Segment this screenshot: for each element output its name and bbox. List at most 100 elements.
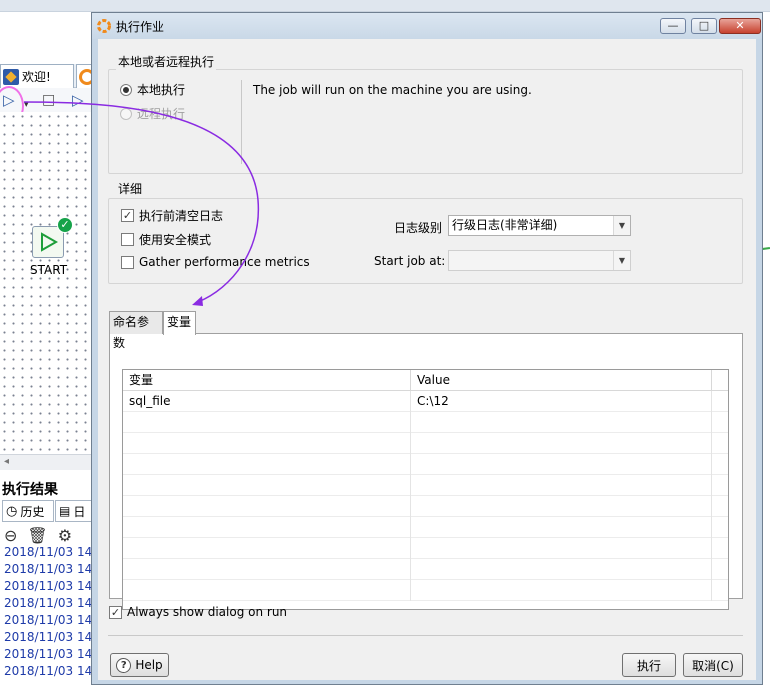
execution-group-legend: 本地或者远程执行 bbox=[116, 53, 217, 70]
log-line: 2018/11/03 14: bbox=[4, 596, 97, 610]
tab-job[interactable] bbox=[76, 64, 95, 88]
value-cell[interactable] bbox=[411, 580, 712, 601]
welcome-icon bbox=[3, 68, 19, 85]
gear-icon[interactable]: ⚙ bbox=[58, 526, 72, 545]
value-cell[interactable]: C:\12 bbox=[411, 391, 712, 412]
column-header-value[interactable]: Value bbox=[411, 370, 712, 391]
close-button[interactable]: ✕ bbox=[719, 18, 761, 34]
document-icon: ▤ bbox=[59, 504, 71, 518]
scroll-left-icon[interactable]: ◂ bbox=[4, 456, 9, 467]
results-toolbar: ⊖ 🗑 ⚙ bbox=[4, 526, 72, 545]
start-node-label: START bbox=[30, 263, 68, 277]
value-cell[interactable] bbox=[411, 412, 712, 433]
tab-welcome-label: 欢迎! bbox=[22, 70, 51, 84]
cancel-button[interactable]: 取消(C) bbox=[683, 653, 743, 677]
radio-dot bbox=[120, 107, 132, 120]
table-header: 变量 Value bbox=[123, 370, 728, 391]
variable-cell[interactable] bbox=[123, 496, 411, 517]
stop-icon[interactable]: □ bbox=[42, 92, 55, 108]
safe-mode-checkbox[interactable]: 使用安全模式 bbox=[121, 231, 211, 248]
log-line: 2018/11/03 14: bbox=[4, 613, 97, 627]
value-cell[interactable] bbox=[411, 475, 712, 496]
checkbox-unchecked bbox=[121, 255, 134, 269]
tab-variables[interactable]: 变量 bbox=[163, 311, 196, 335]
play-icon bbox=[41, 232, 59, 252]
run-button[interactable]: 执行 bbox=[622, 653, 676, 677]
column-header-variable[interactable]: 变量 bbox=[123, 370, 411, 391]
results-tab-log[interactable]: ▤ 日 bbox=[55, 500, 93, 522]
variable-cell[interactable]: sql_file bbox=[123, 391, 411, 412]
table-row[interactable] bbox=[123, 454, 728, 475]
value-cell[interactable] bbox=[411, 559, 712, 580]
success-check-icon: ✓ bbox=[57, 217, 73, 233]
variable-cell[interactable] bbox=[123, 559, 411, 580]
gather-metrics-label: Gather performance metrics bbox=[139, 255, 310, 269]
dialog-body: 本地或者远程执行 本地执行 远程执行 The job will run on t… bbox=[98, 39, 756, 680]
results-tab-history-label: 历史 bbox=[20, 504, 45, 519]
execution-description: The job will run on the machine you are … bbox=[253, 83, 532, 97]
dialog-title: 执行作业 bbox=[116, 20, 165, 34]
results-tab-history[interactable]: ◷ 历史 bbox=[2, 500, 54, 522]
variable-cell[interactable] bbox=[123, 412, 411, 433]
value-cell[interactable] bbox=[411, 496, 712, 517]
maximize-button[interactable]: □ bbox=[691, 18, 717, 34]
job-canvas[interactable] bbox=[0, 112, 92, 454]
gather-metrics-checkbox[interactable]: Gather performance metrics bbox=[121, 255, 310, 269]
variables-table[interactable]: 变量 Value sql_file C:\12 bbox=[122, 369, 729, 610]
table-row[interactable] bbox=[123, 433, 728, 454]
variable-cell[interactable] bbox=[123, 538, 411, 559]
remote-execution-radio[interactable]: 远程执行 bbox=[120, 105, 185, 122]
variable-cell[interactable] bbox=[123, 580, 411, 601]
start-job-select[interactable]: ▼ bbox=[448, 250, 631, 271]
log-level-label: 日志级别 bbox=[394, 221, 443, 235]
variables-tab-pane: 变量 Value sql_file C:\12 bbox=[109, 333, 743, 610]
table-row[interactable] bbox=[123, 496, 728, 517]
tab-named-parameters[interactable]: 命名参数 bbox=[109, 311, 163, 350]
log-line: 2018/11/03 14: bbox=[4, 562, 97, 576]
table-row[interactable] bbox=[123, 559, 728, 580]
value-cell[interactable] bbox=[411, 433, 712, 454]
execution-separator bbox=[241, 80, 242, 164]
remote-execution-label: 远程执行 bbox=[137, 107, 186, 121]
run-dropdown-icon[interactable]: ▾ bbox=[24, 97, 29, 113]
table-row[interactable]: sql_file C:\12 bbox=[123, 391, 728, 412]
results-title: 执行结果 bbox=[2, 482, 58, 498]
help-button-label: Help bbox=[135, 658, 163, 672]
variable-cell[interactable] bbox=[123, 475, 411, 496]
minus-circle-icon[interactable]: ⊖ bbox=[4, 526, 17, 545]
tab-welcome[interactable]: 欢迎! bbox=[0, 64, 74, 88]
help-button[interactable]: ? Help bbox=[110, 653, 169, 677]
clear-log-checkbox[interactable]: ✓ 执行前清空日志 bbox=[121, 207, 223, 224]
table-row[interactable] bbox=[123, 517, 728, 538]
kettle-logo-icon bbox=[97, 19, 111, 33]
always-show-checkbox[interactable]: ✓ Always show dialog on run bbox=[109, 605, 287, 619]
table-row[interactable] bbox=[123, 475, 728, 496]
log-line: 2018/11/03 14: bbox=[4, 579, 97, 593]
parameters-tab-folder: 变量 Value sql_file C:\12 命名参数 变量 bbox=[109, 311, 743, 610]
canvas-scrollbar[interactable]: ◂ bbox=[0, 454, 92, 470]
local-execution-radio[interactable]: 本地执行 bbox=[120, 81, 185, 98]
checkbox-checked: ✓ bbox=[109, 605, 122, 619]
value-cell[interactable] bbox=[411, 538, 712, 559]
chevron-down-icon: ▼ bbox=[613, 216, 630, 235]
table-row[interactable] bbox=[123, 580, 728, 601]
value-cell[interactable] bbox=[411, 517, 712, 538]
log-level-select[interactable]: 行级日志(非常详细) ▼ bbox=[448, 215, 631, 236]
variable-cell[interactable] bbox=[123, 517, 411, 538]
trash-icon[interactable]: 🗑 bbox=[27, 526, 47, 545]
right-canvas-edge bbox=[763, 12, 770, 685]
clear-log-label: 执行前清空日志 bbox=[139, 209, 224, 223]
variable-cell[interactable] bbox=[123, 454, 411, 475]
table-row[interactable] bbox=[123, 412, 728, 433]
footer-divider bbox=[108, 635, 743, 636]
minimize-button[interactable]: — bbox=[660, 18, 686, 34]
run-step-icon[interactable]: ▷ bbox=[72, 92, 84, 108]
log-line: 2018/11/03 14: bbox=[4, 630, 97, 644]
dialog-titlebar[interactable]: 执行作业 — □ ✕ bbox=[92, 13, 762, 39]
table-row[interactable] bbox=[123, 538, 728, 559]
variable-cell[interactable] bbox=[123, 433, 411, 454]
radio-dot bbox=[120, 83, 132, 96]
value-cell[interactable] bbox=[411, 454, 712, 475]
results-tab-log-label: 日 bbox=[73, 504, 86, 519]
checkbox-checked: ✓ bbox=[121, 209, 134, 222]
